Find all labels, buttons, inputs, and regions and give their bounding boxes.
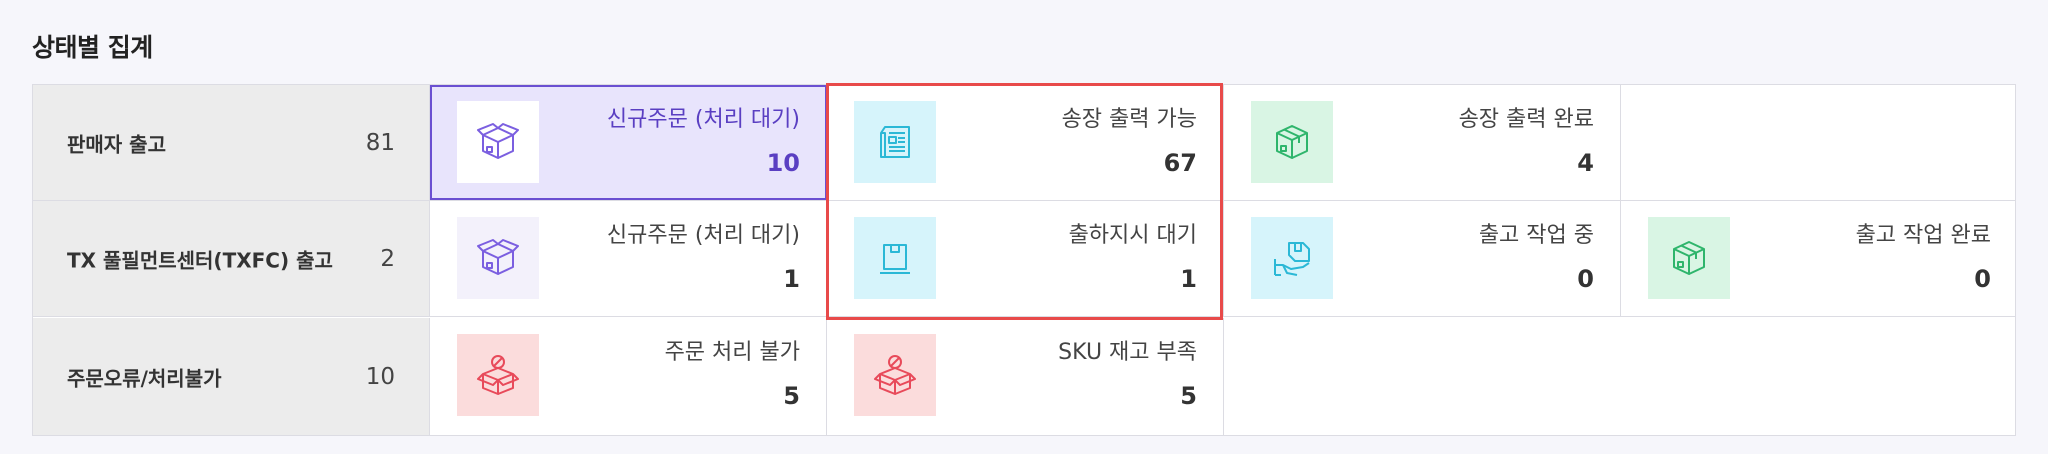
section-title: 상태별 집계 — [32, 33, 153, 62]
status-cell-picking-done[interactable]: 출고 작업 완료 0 — [1621, 201, 2017, 316]
cell-label: 송장 출력 가능 — [1061, 107, 1197, 132]
row-count[interactable]: 81 — [366, 130, 395, 156]
cell-value: 1 — [1180, 265, 1197, 293]
hand-box-icon — [1251, 217, 1333, 299]
status-cell-unprocessable[interactable]: 주문 처리 불가 5 — [430, 318, 827, 435]
cell-label: 출하지시 대기 — [1068, 223, 1197, 248]
status-cell-sku-shortage[interactable]: SKU 재고 부족 5 — [827, 318, 1224, 435]
row-label: 주문오류/처리불가 — [67, 366, 222, 390]
cell-label: 출고 작업 중 — [1478, 223, 1594, 248]
cell-value: 1 — [783, 265, 800, 293]
cell-label: 주문 처리 불가 — [664, 340, 800, 365]
status-cell-new-order[interactable]: 신규주문 (처리 대기) 10 — [430, 85, 827, 200]
row-label: 판매자 출고 — [67, 132, 166, 156]
cell-label: SKU 재고 부족 — [1058, 340, 1197, 365]
status-row-order-error: 주문오류/처리불가 10 주문 처리 불가 5 SKU 재고 부족 5 — [33, 318, 2015, 435]
box-blocked-icon — [457, 334, 539, 416]
cell-label: 출고 작업 완료 — [1855, 223, 1991, 248]
box-done-icon — [1251, 101, 1333, 183]
cell-label: 송장 출력 완료 — [1458, 107, 1594, 132]
status-cell-invoice-printable[interactable]: 송장 출력 가능 67 — [827, 85, 1224, 200]
cell-value: 5 — [1180, 382, 1197, 410]
status-cell-picking-in-progress[interactable]: 출고 작업 중 0 — [1224, 201, 1621, 316]
status-row-seller: 판매자 출고 81 신규주문 (처리 대기) 10 송장 출력 가능 67 송장… — [33, 85, 2015, 201]
status-cell-invoice-printed[interactable]: 송장 출력 완료 4 — [1224, 85, 1621, 200]
row-count[interactable]: 10 — [366, 364, 395, 390]
empty-cell — [1621, 85, 2017, 200]
row-header: 판매자 출고 81 — [33, 85, 430, 200]
box-flat-icon — [854, 217, 936, 299]
row-count[interactable]: 2 — [380, 246, 395, 272]
cell-label: 신규주문 (처리 대기) — [606, 223, 800, 248]
box-done-icon — [1648, 217, 1730, 299]
box-blocked-icon — [854, 334, 936, 416]
document-icon — [854, 101, 936, 183]
status-row-fulfillment: TX 풀필먼트센터(TXFC) 출고 2 신규주문 (처리 대기) 1 출하지시… — [33, 201, 2015, 317]
cell-label: 신규주문 (처리 대기) — [606, 107, 800, 132]
status-cell-shipping-order-wait[interactable]: 출하지시 대기 1 — [827, 201, 1224, 316]
cell-value: 67 — [1163, 149, 1197, 177]
cell-value: 10 — [766, 149, 800, 177]
box-open-icon — [457, 217, 539, 299]
row-header: 주문오류/처리불가 10 — [33, 318, 430, 435]
status-cell-new-order[interactable]: 신규주문 (처리 대기) 1 — [430, 201, 827, 316]
row-label: TX 풀필먼트센터(TXFC) 출고 — [67, 248, 333, 272]
cell-value: 5 — [783, 382, 800, 410]
row-header: TX 풀필먼트센터(TXFC) 출고 2 — [33, 201, 430, 316]
cell-value: 0 — [1577, 265, 1594, 293]
cell-value: 4 — [1577, 149, 1594, 177]
cell-value: 0 — [1974, 265, 1991, 293]
status-summary-grid: 판매자 출고 81 신규주문 (처리 대기) 10 송장 출력 가능 67 송장… — [32, 84, 2016, 436]
box-open-icon — [457, 101, 539, 183]
